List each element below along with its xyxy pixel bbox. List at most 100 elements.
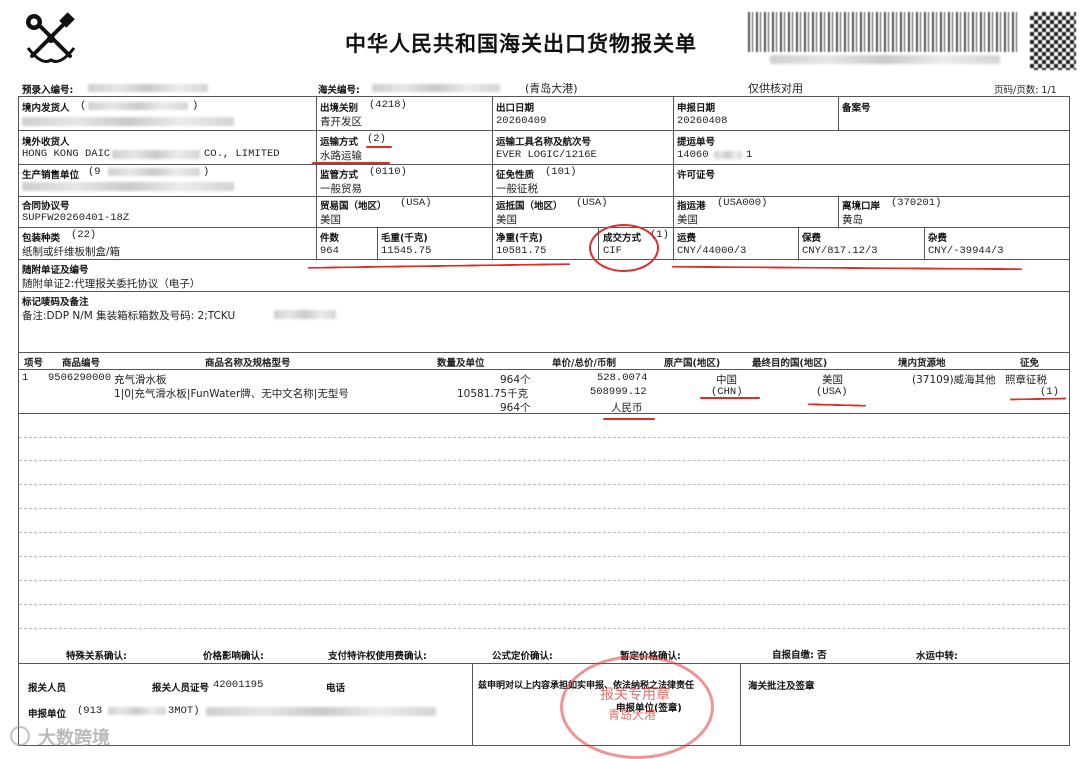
domestic-consignor-name <box>22 117 234 126</box>
exit-customs-label: 出境关别 <box>320 103 359 114</box>
exit-port-value: 黄岛 <box>842 214 863 226</box>
preentry-value <box>88 84 208 92</box>
supervision-label: 监管方式 <box>320 170 359 181</box>
transport-mode-value: 水路运输 <box>320 150 362 162</box>
pieces-label: 件数 <box>320 233 340 244</box>
producer-name <box>22 182 234 191</box>
bill-no-end: 1 <box>746 149 753 161</box>
water-transit: 水运中转: <box>916 651 958 662</box>
customs-emblem-icon <box>26 12 76 63</box>
formula-price-confirm: 公式定价确认: <box>492 651 553 662</box>
export-date-label: 出口日期 <box>496 103 535 114</box>
goods-header-dest: 最终目的国(地区) <box>752 358 828 369</box>
goods-source: (37109)威海其他 <box>912 374 996 386</box>
declare-unit-code-masked <box>108 707 166 715</box>
declarer-cert-label: 报关人员证号 <box>152 683 210 694</box>
barcode <box>748 12 1018 52</box>
overseas-consignee-label: 境外收货人 <box>22 137 70 148</box>
customs-no-label: 海关编号: <box>318 85 360 96</box>
exit-port-code: (370201) <box>891 197 942 209</box>
watermark-logo-icon <box>10 726 30 746</box>
net-weight-value: 10581.75 <box>496 245 547 257</box>
trade-country-label: 贸易国（地区） <box>320 201 387 212</box>
watermark-text: 大数跨境 <box>38 728 110 749</box>
transport-mode-label: 运输方式 <box>320 137 359 148</box>
levy-code: (1) <box>1040 386 1059 398</box>
freight-value: CNY/44000/3 <box>677 245 747 257</box>
stamp-text-1: 报关专用章 <box>600 687 670 703</box>
document-title: 中华人民共和国海关出口货物报关单 <box>345 32 697 56</box>
annotation-currency <box>603 418 655 420</box>
producer-label: 生产销售单位 <box>22 170 80 181</box>
qty-1: 964个 <box>500 374 531 386</box>
supervision-code: (0110) <box>369 166 407 178</box>
dest-country: 美国 <box>822 374 843 386</box>
customs-no-value <box>372 84 500 92</box>
trade-country-value: 美国 <box>320 214 341 226</box>
port-name: (青岛大港) <box>525 82 578 95</box>
gross-weight-label: 毛重(千克) <box>381 233 428 244</box>
insurance-value: CNY/817.12/3 <box>802 245 878 257</box>
verify-note: 仅供核对用 <box>748 82 803 95</box>
producer-prefix: (9 <box>88 166 101 178</box>
preentry-label: 预录入编号: <box>22 85 74 96</box>
royalty-confirm: 支付特许权使用费确认: <box>328 651 427 662</box>
transport-tool-label: 运输工具名称及航次号 <box>496 137 592 148</box>
domestic-consignor-label: 境内发货人 <box>22 103 70 114</box>
declare-unit-label: 申报单位 <box>28 709 67 720</box>
annotation-transport-mode-value <box>312 162 390 164</box>
overseas-consignee-masked <box>112 150 200 159</box>
origin-country: 中国 <box>716 374 737 386</box>
customs-remarks-label: 海关批注及签章 <box>748 681 815 692</box>
self-report: 自报自缴: 否 <box>772 650 827 661</box>
goods-header-levy: 征免 <box>1020 358 1040 369</box>
package-type-code: (22) <box>71 229 97 241</box>
page-indicator: 页码/页数: 1/1 <box>994 85 1057 96</box>
levy-mode: 照章征税 <box>1005 374 1047 386</box>
declarer-label: 报关人员 <box>28 683 67 694</box>
stamp-text-2: 青岛大港 <box>608 708 657 722</box>
supervision-value: 一般贸易 <box>320 183 362 195</box>
domestic-consignor-code <box>88 102 188 110</box>
goods-header-price: 单价/总价/币制 <box>552 358 616 369</box>
contract-no-value: SUPFW20260401-18Z <box>22 212 130 224</box>
transport-tool-value: EVER LOGIC/1216E <box>496 149 597 161</box>
price-influence-confirm: 价格影响确认: <box>203 651 264 662</box>
goods-header-qty: 数量及单位 <box>437 358 485 369</box>
exit-customs-value: 青开发区 <box>320 116 362 128</box>
transport-mode-code: (2) <box>367 133 386 145</box>
overseas-consignee-end: CO., LIMITED <box>204 148 280 160</box>
goods-name: 充气滑水板 <box>114 374 167 386</box>
hs-code: 9506290000 <box>48 372 112 384</box>
levy-nature-code: (101) <box>545 166 577 178</box>
misc-fee-value: CNY/-39944/3 <box>928 245 1004 257</box>
pieces-value: 964 <box>320 245 339 257</box>
dest-port-label: 指运港 <box>677 201 706 212</box>
dest-port-code: (USA000) <box>717 197 768 209</box>
record-no-label: 备案号 <box>842 103 871 114</box>
goods-header-hs-code: 商品编号 <box>62 358 101 369</box>
producer-suffix: ) <box>203 166 210 178</box>
dest-country-code: (USA) <box>576 197 608 209</box>
unit-price: 528.0074 <box>597 372 648 384</box>
freight-label: 运费 <box>677 233 697 244</box>
attached-docs-value: 随附单证2:代理报关委托协议（电子） <box>22 278 201 290</box>
levy-nature-label: 征免性质 <box>496 170 535 181</box>
attached-docs-label: 随附单证及编号 <box>22 265 89 276</box>
gross-weight-value: 11545.75 <box>381 245 432 257</box>
insurance-label: 保费 <box>802 233 822 244</box>
overseas-consignee-start: HONG KONG DAIC <box>22 148 111 160</box>
item-no: 1 <box>22 372 29 384</box>
annotation-transport-mode <box>366 146 392 148</box>
trade-country-code: (USA) <box>400 197 432 209</box>
qr-code <box>1030 12 1076 70</box>
dest-country-value: 美国 <box>496 214 517 226</box>
declare-unit-prefix: (913 <box>77 705 103 717</box>
dest-code: (USA) <box>816 386 848 398</box>
goods-header-item-no: 项号 <box>24 358 44 369</box>
qty-2: 10581.75千克 <box>457 388 529 400</box>
exit-customs-code: (4218) <box>369 99 407 111</box>
declarer-cert-no: 42001195 <box>213 679 264 691</box>
producer-code <box>108 168 200 176</box>
phone-label: 电话 <box>326 683 346 694</box>
